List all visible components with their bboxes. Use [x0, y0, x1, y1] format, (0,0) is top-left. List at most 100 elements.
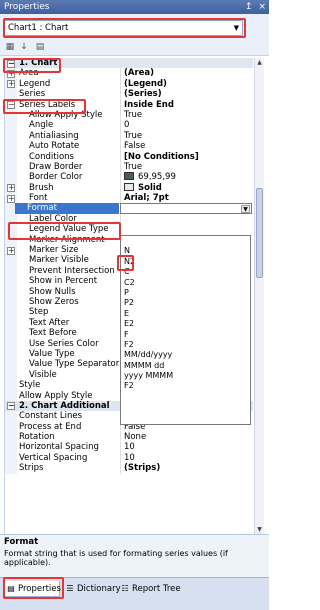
format-option[interactable] — [121, 236, 250, 246]
property-grid-scrollbar[interactable]: ▲ ▼ — [254, 58, 264, 534]
property-value[interactable]: 10 — [120, 442, 252, 453]
format-option[interactable]: F2 — [121, 340, 250, 350]
property-value[interactable]: [No Conditions] — [120, 151, 252, 162]
property-row[interactable]: + Font Arial; 7pt — [5, 193, 253, 204]
property-value-text: Arial; 7pt — [124, 193, 169, 204]
property-value-text: False — [124, 141, 146, 152]
format-option[interactable]: C — [121, 267, 250, 277]
expand-icon[interactable]: + — [7, 194, 15, 203]
format-option[interactable]: E — [121, 309, 250, 319]
property-value[interactable]: (Series) — [120, 89, 252, 100]
property-value[interactable]: None — [120, 432, 252, 443]
format-option[interactable]: MM/dd/yyyy — [121, 350, 250, 360]
property-value-text: [No Conditions] — [124, 151, 199, 162]
format-option[interactable]: yyyy MMMM — [121, 371, 250, 381]
property-row[interactable]: Horizontal Spacing 10 — [5, 442, 253, 453]
row-gutter — [5, 265, 17, 277]
property-value[interactable]: ▼ — [120, 203, 252, 214]
tab-dictionary[interactable]: ☰ Dictionary — [64, 581, 120, 597]
property-row[interactable]: Format ▼ — [5, 203, 253, 214]
property-value[interactable]: 69,95,99 — [120, 172, 252, 183]
property-row[interactable]: Strips (Strips) — [5, 463, 253, 474]
property-value[interactable]: False — [120, 141, 252, 152]
property-row[interactable]: + Brush Solid — [5, 182, 253, 194]
alphabetical-icon[interactable]: ↓ — [18, 42, 30, 53]
property-name: Allow Apply Style — [19, 390, 93, 401]
categorized-icon[interactable]: ▦ — [4, 42, 16, 53]
property-value[interactable] — [120, 224, 252, 235]
property-row[interactable]: Legend Value Type — [5, 224, 253, 235]
format-option[interactable]: F2 — [121, 381, 250, 391]
property-value-text: True — [124, 161, 143, 172]
category-row[interactable]: −1. Chart — [5, 58, 253, 69]
format-option[interactable]: F — [121, 330, 250, 340]
collapse-icon[interactable]: − — [7, 101, 15, 110]
property-row[interactable]: Series (Series) — [5, 89, 253, 100]
scrollbar-thumb[interactable] — [256, 188, 263, 278]
close-icon[interactable]: × — [258, 0, 266, 14]
property-row[interactable]: Allow Apply Style True — [5, 109, 253, 121]
property-row[interactable]: − Series Labels Inside End — [5, 99, 253, 110]
format-dropdown-list[interactable]: N N2 C C2 P P2 E E2 F F2 MM/dd/yyyy MMMM dd yyyy MMM… — [120, 235, 251, 425]
format-option[interactable]: C2 — [121, 278, 250, 288]
property-value[interactable]: (Area) — [120, 68, 252, 79]
tab-properties[interactable]: ▤ Properties — [4, 581, 61, 597]
scroll-down-icon[interactable]: ▼ — [255, 525, 264, 534]
format-option[interactable] — [121, 392, 250, 402]
property-value[interactable]: True — [120, 161, 252, 173]
tab-label: Report Tree — [132, 584, 181, 594]
property-row[interactable]: Draw Border True — [5, 161, 253, 173]
property-row[interactable]: Label Color — [5, 213, 253, 225]
property-row[interactable]: Vertical Spacing 10 — [5, 452, 253, 464]
scroll-up-icon[interactable]: ▲ — [255, 58, 264, 67]
property-name: Antialiasing — [29, 130, 79, 141]
property-value-text: (Legend) — [124, 78, 167, 89]
property-value[interactable]: 10 — [120, 452, 252, 464]
property-value[interactable]: True — [120, 109, 252, 121]
dropdown-arrow-icon[interactable]: ▼ — [241, 205, 250, 213]
property-row[interactable]: + Legend (Legend) — [5, 78, 253, 90]
property-value[interactable]: Arial; 7pt — [120, 193, 252, 204]
row-gutter — [5, 328, 17, 339]
expand-icon[interactable]: + — [7, 184, 15, 193]
property-value[interactable]: 0 — [120, 120, 252, 131]
property-value-text: True — [124, 109, 143, 120]
property-row[interactable]: Antialiasing True — [5, 130, 253, 142]
property-value[interactable]: True — [120, 130, 252, 142]
collapse-icon[interactable]: − — [7, 59, 15, 68]
property-value[interactable]: (Legend) — [120, 78, 252, 90]
tab-report-tree[interactable]: ☷ Report Tree — [119, 581, 181, 597]
property-row[interactable]: Auto Rotate False — [5, 141, 253, 152]
property-value[interactable]: Inside End — [120, 99, 252, 110]
property-name: Legend Value Type — [29, 224, 109, 235]
format-option[interactable]: P2 — [121, 298, 250, 308]
format-option[interactable]: MMMM dd — [121, 361, 250, 371]
property-name: Legend — [19, 78, 51, 89]
expand-icon[interactable]: + — [7, 69, 15, 78]
row-gutter — [5, 141, 17, 152]
property-row[interactable]: Conditions [No Conditions] — [5, 151, 253, 162]
collapse-icon[interactable]: − — [7, 402, 15, 411]
chevron-down-icon[interactable]: ▼ — [234, 21, 239, 35]
object-selector-combo[interactable]: Chart1 : Chart ▼ — [4, 20, 243, 36]
property-value[interactable] — [120, 213, 252, 225]
property-value-text: (Area) — [124, 68, 155, 79]
format-option[interactable] — [121, 402, 250, 412]
format-option[interactable]: E2 — [121, 319, 250, 329]
format-option[interactable]: P — [121, 288, 250, 298]
property-value[interactable]: (Strips) — [120, 463, 252, 474]
format-option[interactable] — [121, 413, 250, 423]
property-row[interactable]: + Area (Area) — [5, 68, 253, 79]
property-value-text: Solid — [138, 182, 162, 193]
property-row[interactable]: Angle 0 — [5, 120, 253, 131]
format-option[interactable]: N — [121, 246, 250, 256]
property-row[interactable]: Rotation None — [5, 432, 253, 443]
property-row[interactable]: Border Color 69,95,99 — [5, 172, 253, 183]
row-gutter — [5, 452, 17, 464]
property-value[interactable]: Solid — [120, 182, 252, 194]
pin-icon[interactable]: ↥ — [245, 0, 253, 14]
expand-icon[interactable]: + — [7, 246, 15, 255]
property-pages-icon[interactable]: ▤ — [34, 42, 46, 53]
format-option[interactable]: N2 — [121, 257, 250, 267]
expand-icon[interactable]: + — [7, 80, 15, 89]
